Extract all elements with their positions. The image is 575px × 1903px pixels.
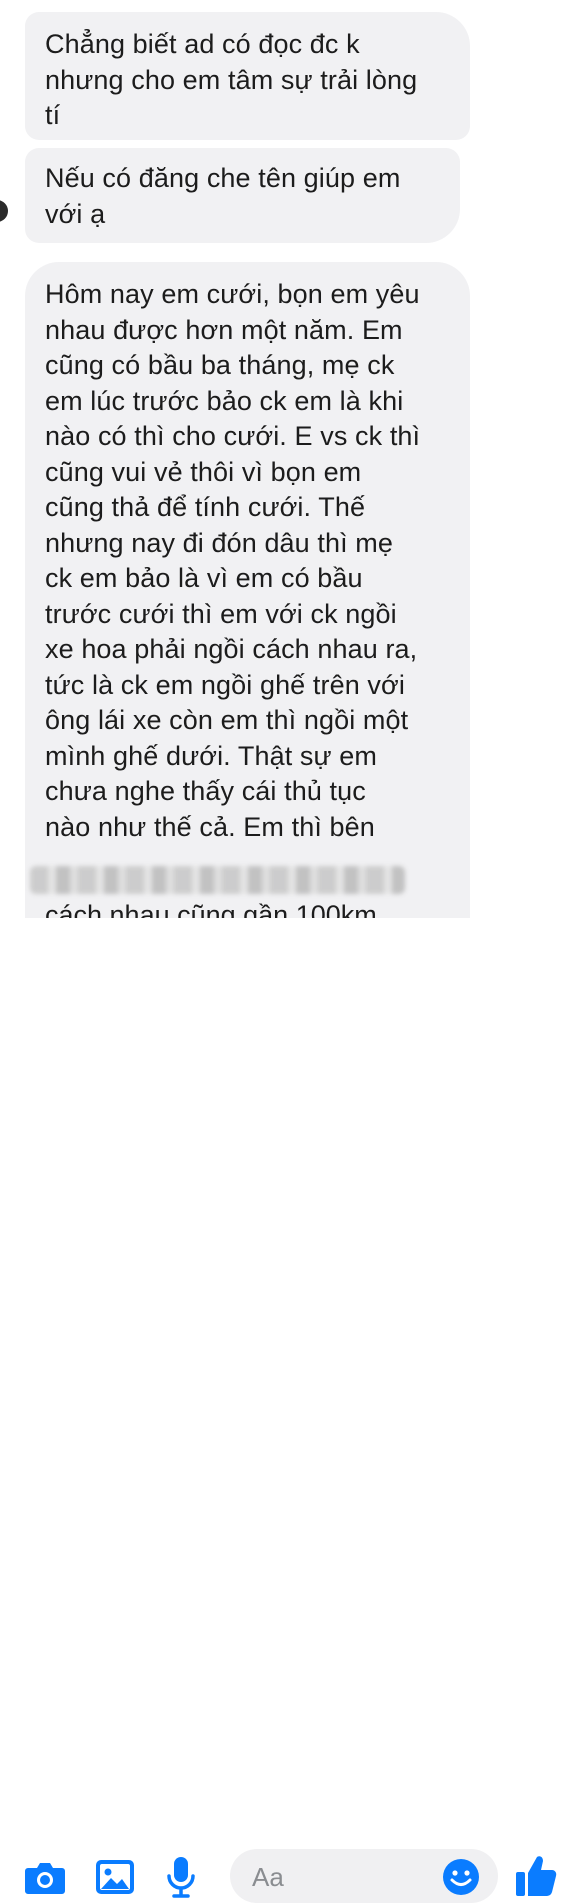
partial-message-line: cách nhau cũng gần 100km [45, 900, 377, 918]
message-bubble[interactable]: Chẳng biết ad có đọc đc k nhưng cho em t… [25, 12, 470, 140]
like-icon[interactable] [515, 1854, 557, 1898]
sender-avatar[interactable] [0, 200, 8, 222]
message-input-placeholder: Aa [252, 1862, 284, 1892]
gallery-icon[interactable] [95, 1859, 135, 1895]
message-bubble[interactable]: Nếu có đăng che tên giúp em với ạ [25, 148, 460, 243]
message-bubble[interactable]: Hôm nay em cưới, bọn em yêu nhau được hơ… [25, 262, 470, 918]
message-thread: Chẳng biết ad có đọc đc k nhưng cho em t… [0, 0, 575, 918]
redacted-text [30, 866, 405, 894]
message-composer: Aa [0, 918, 575, 1903]
microphone-icon[interactable] [166, 1856, 196, 1898]
camera-icon[interactable] [24, 1860, 66, 1896]
emoji-icon[interactable] [442, 1858, 480, 1896]
